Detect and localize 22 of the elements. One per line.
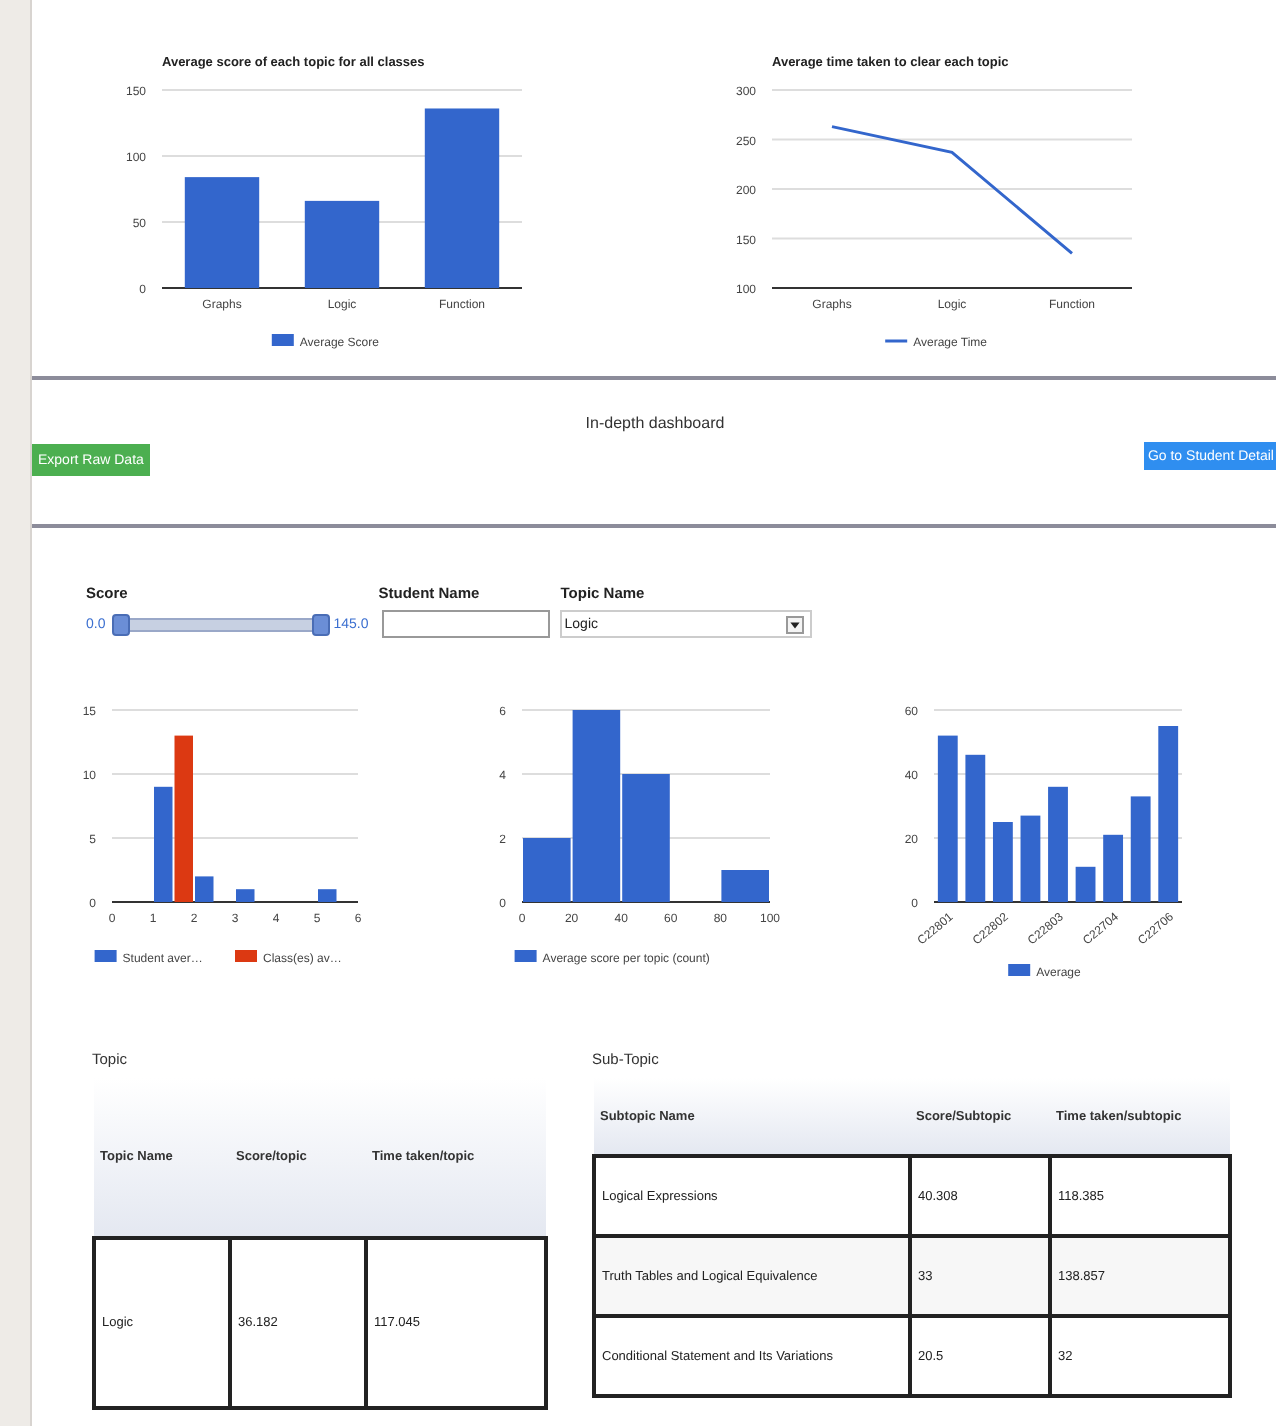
legend-swatch xyxy=(271,334,294,346)
slider-handle[interactable] xyxy=(111,613,130,635)
bar xyxy=(304,200,380,288)
legend-swatch xyxy=(235,950,257,962)
legend-swatch xyxy=(514,950,537,962)
dropdown-arrow-icon[interactable] xyxy=(786,615,805,633)
legend-line-swatch xyxy=(885,339,908,343)
bar xyxy=(1103,834,1124,902)
bar xyxy=(236,889,255,902)
bar xyxy=(318,889,337,902)
bar xyxy=(721,870,769,902)
bar xyxy=(1130,796,1151,902)
legend-swatch xyxy=(1008,964,1031,976)
bar xyxy=(992,822,1013,902)
bar xyxy=(1020,815,1041,902)
bar xyxy=(1075,866,1096,902)
slider-handle[interactable] xyxy=(311,613,330,635)
legend-swatch xyxy=(94,950,117,962)
bar xyxy=(1048,786,1068,902)
bar xyxy=(184,177,260,288)
dashboard-title: In-depth dashboard xyxy=(583,412,727,432)
student-name-field[interactable] xyxy=(382,610,551,638)
